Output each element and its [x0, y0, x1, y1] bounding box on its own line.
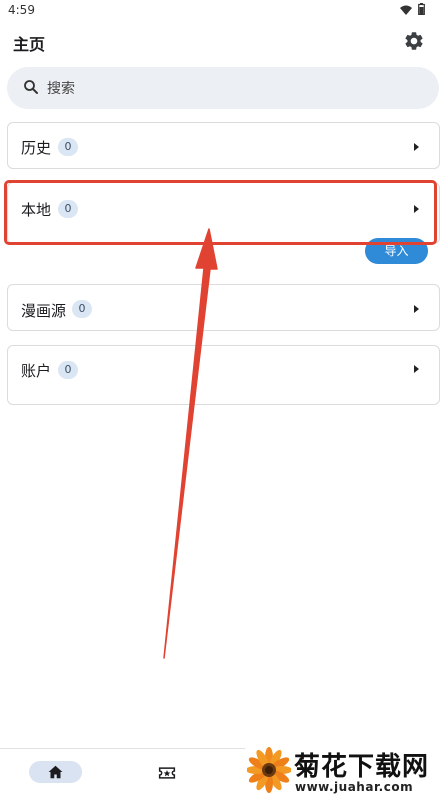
watermark-title: 菊花下载网: [294, 752, 430, 782]
account-title: 账户: [21, 362, 52, 380]
local-card[interactable]: 本地 0 导入: [7, 182, 440, 264]
flower-logo-icon: [247, 747, 291, 793]
history-card[interactable]: 历史 0: [7, 122, 440, 169]
watermark: 菊花下载网 www.juahar.com: [245, 744, 447, 796]
nav-home-button[interactable]: [29, 761, 82, 783]
import-button[interactable]: 导入: [365, 238, 428, 264]
comic-source-count-badge: 0: [72, 300, 92, 318]
battery-icon: [418, 3, 425, 15]
watermark-url: www.juahar.com: [295, 780, 414, 794]
history-title: 历史: [21, 139, 52, 157]
home-icon: [48, 765, 63, 779]
history-count-badge: 0: [58, 138, 78, 156]
comic-source-title: 漫画源: [21, 302, 67, 320]
chevron-right-icon: [414, 305, 419, 313]
wifi-icon: [400, 5, 412, 15]
app-bar: 主页: [0, 22, 447, 62]
search-bar[interactable]: 搜索: [7, 67, 439, 109]
ticket-star-icon[interactable]: [158, 766, 176, 780]
account-count-badge: 0: [58, 361, 78, 379]
chevron-right-icon: [414, 365, 419, 373]
page-title: 主页: [13, 35, 46, 54]
account-card[interactable]: 账户 0: [7, 345, 440, 405]
chevron-right-icon: [414, 205, 419, 213]
status-bar: 4:59: [0, 0, 447, 22]
gear-icon[interactable]: [403, 30, 425, 52]
search-input[interactable]: 搜索: [47, 78, 75, 98]
comic-source-card[interactable]: 漫画源 0: [7, 284, 440, 331]
local-count-badge: 0: [58, 200, 78, 218]
search-icon: [24, 80, 38, 94]
chevron-right-icon: [414, 143, 419, 151]
status-time: 4:59: [8, 3, 35, 17]
local-title: 本地: [21, 201, 52, 219]
